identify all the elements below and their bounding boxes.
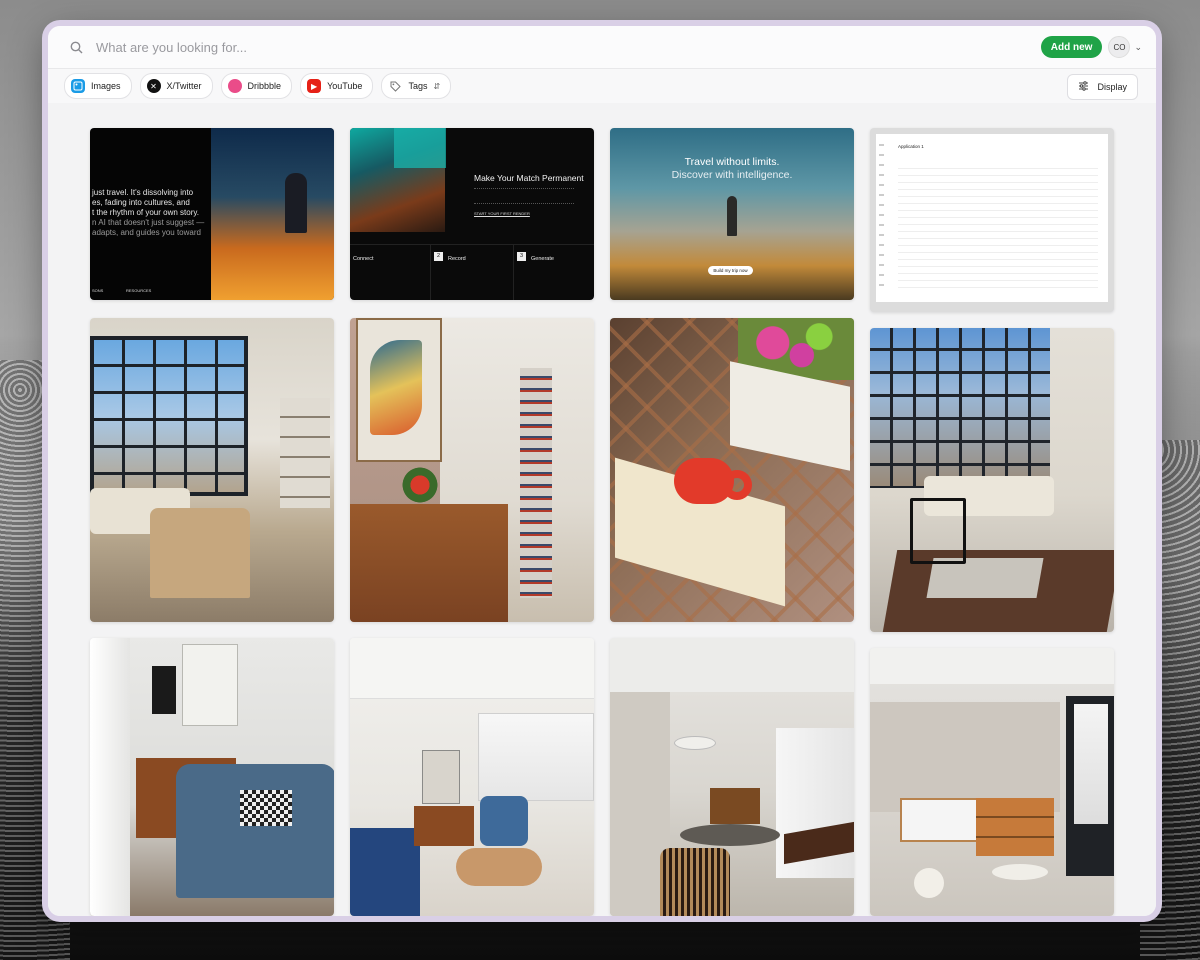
card-text-line: es, fading into cultures, and [92, 198, 190, 207]
gallery-card-dining-room[interactable] [610, 638, 854, 916]
gallery-card-loft-armchair[interactable] [90, 318, 334, 622]
gallery-card-blue-armchair[interactable] [90, 638, 334, 916]
card-footer-text: RESOURCES [126, 288, 152, 293]
step-number: 3 [517, 252, 526, 261]
tag-icon [388, 79, 402, 93]
step-number: 2 [434, 252, 443, 261]
filter-dribbble[interactable]: Dribbble [220, 73, 293, 99]
chevron-updown-icon: ⇵ [433, 81, 441, 91]
card-footer-text: SONS [92, 288, 104, 293]
add-new-button[interactable]: Add new [1040, 36, 1103, 58]
card-subheadline: Discover with intelligence. [671, 169, 793, 181]
app-window: Add new CO ⌄ Images ✕ X/Twitter Dribbble… [48, 26, 1156, 916]
images-icon [71, 79, 85, 93]
filter-label: Dribbble [247, 81, 282, 91]
card-headline: Make Your Match Permanent [474, 173, 584, 183]
sliders-icon [1078, 81, 1089, 93]
gallery-card-travel-dark[interactable]: just travel. It's dissolving into es, fa… [90, 128, 334, 300]
card-text-line: t the rhythm of your own story. [92, 208, 200, 217]
filter-bar: Images ✕ X/Twitter Dribbble ▶ YouTube Ta… [48, 69, 1156, 104]
gallery-card-loft-sofa[interactable] [870, 328, 1114, 632]
card-title: Application 1 [898, 144, 924, 149]
youtube-icon: ▶ [307, 79, 322, 93]
search-input[interactable] [94, 38, 1041, 56]
filter-label: YouTube [327, 81, 363, 91]
card-text-line: adapts, and guides you toward [92, 228, 201, 237]
filter-images[interactable]: Images [64, 73, 132, 99]
avatar[interactable]: CO [1108, 36, 1131, 58]
card-cta: START YOUR FIRST RENDER [474, 211, 530, 216]
card-text-line: just travel. It's dissolving into [92, 188, 194, 197]
filter-label: Tags [408, 81, 428, 91]
filter-label: Images [91, 81, 121, 91]
card-button: Build my trip now [708, 266, 753, 275]
filter-label: X/Twitter [166, 81, 202, 91]
card-headline: Travel without limits. [684, 156, 780, 168]
search-icon [70, 39, 86, 55]
gallery-card-match-dark[interactable]: Make Your Match Permanent START YOUR FIR… [350, 128, 594, 300]
display-button[interactable]: Display [1067, 74, 1138, 100]
filter-tags[interactable]: Tags ⇵ [381, 73, 452, 99]
step-label: Generate [531, 256, 554, 262]
top-bar: Add new CO ⌄ [48, 26, 1156, 69]
dribbble-icon [227, 79, 242, 93]
gallery-grid: just travel. It's dissolving into es, fa… [48, 103, 1156, 916]
step-label: Connect [353, 256, 374, 262]
gallery-card-sideboard[interactable] [350, 318, 594, 622]
chevron-down-icon[interactable]: ⌄ [1134, 42, 1142, 53]
gallery-card-glass-table[interactable] [610, 318, 854, 622]
filter-youtube[interactable]: ▶ YouTube [300, 73, 374, 99]
gallery-card-table-app[interactable]: Application 1 [870, 128, 1114, 312]
gallery-card-white-sofa[interactable] [870, 648, 1114, 916]
gallery-card-blue-sofa-room[interactable] [350, 638, 594, 916]
card-text-line: n AI that doesn't just suggest — [92, 218, 205, 227]
display-label: Display [1097, 82, 1127, 92]
gallery-card-travel-sky[interactable]: Travel without limits. Discover with int… [610, 128, 854, 300]
x-icon: ✕ [146, 79, 161, 93]
step-label: Record [448, 256, 466, 262]
filter-x-twitter[interactable]: ✕ X/Twitter [139, 73, 213, 99]
